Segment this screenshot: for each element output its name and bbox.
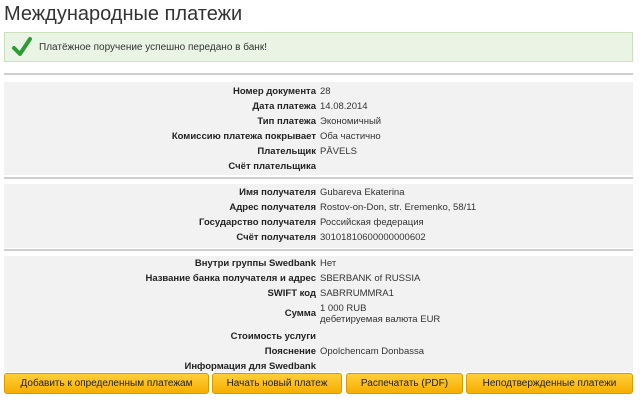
commission-value: Оба частично [320,131,381,142]
payment-date-label: Дата платежа [252,101,316,112]
explanation-label: Пояснение [264,346,316,357]
payer-account-row: Счёт плательщика [4,159,633,174]
divider [4,249,633,251]
bank-name-row: Название банка получателя и адрес SBERBA… [4,271,633,286]
recipient-country-label: Государство получателя [199,217,316,228]
bank-name-label: Название банка получателя и адрес [145,273,316,284]
payment-details-section: Номер документа 28 Дата платежа 14.08.20… [4,82,633,175]
recipient-account-row: Счёт получателя 30101810600000000602 [4,230,633,245]
document-number-label: Номер документа [232,86,316,97]
page-title: Международные платежи [4,3,243,25]
within-group-row: Внутри группы Swedbank Нет [4,256,633,271]
divider [4,73,633,75]
debit-currency-line: дебетируемая валюта EUR [320,314,441,325]
amount-label: Сумма [284,308,316,319]
payment-type-row: Тип платежа Экономичный [4,114,633,129]
payer-account-label: Счёт плательщика [228,161,316,172]
add-to-defined-payments-button[interactable]: Добавить к определенным платежам [4,373,209,394]
recipient-name-row: Имя получателя Gubareva Ekaterina [4,185,633,200]
recipient-section: Имя получателя Gubareva Ekaterina Адрес … [4,184,633,248]
new-payment-button[interactable]: Начать новый платеж [212,373,342,394]
payer-row: Плательщик PĀVELS [4,144,633,159]
info-label: Информация для Swedbank [184,361,316,372]
recipient-address-row: Адрес получателя Rostov-on-Don, str. Ere… [4,200,633,215]
within-group-value: Нет [320,258,337,269]
print-pdf-button[interactable]: Распечатать (PDF) [346,373,463,394]
document-number-value: 28 [320,86,331,97]
recipient-name-label: Имя получателя [239,187,316,198]
recipient-name-value: Gubareva Ekaterina [320,187,405,198]
bank-section: Внутри группы Swedbank Нет Название банк… [4,256,633,372]
recipient-country-value: Российская федерация [320,217,424,228]
commission-label: Комиссию платежа покрывает [171,131,316,142]
success-message: Платёжное поручение успешно передано в б… [39,41,267,53]
recipient-country-row: Государство получателя Российская федера… [4,215,633,230]
explanation-value: Opolchencam Donbassa [320,346,425,357]
payment-date-row: Дата платежа 14.08.2014 [4,99,633,114]
action-buttons-bar: Добавить к определенным платежам Начать … [0,373,640,397]
service-cost-label: Стоимость услуги [230,331,316,342]
payer-value: PĀVELS [320,146,357,157]
divider [4,177,633,179]
payer-label: Плательщик [257,146,316,157]
bank-name-value: SBERBANK of RUSSIA [320,273,421,284]
payment-type-value: Экономичный [320,116,382,127]
payment-type-label: Тип платежа [257,116,316,127]
unconfirmed-payments-button[interactable]: Неподтвержденные платежи [466,373,633,394]
success-alert: Платёжное поручение успешно передано в б… [4,32,633,62]
check-icon [12,37,32,56]
commission-row: Комиссию платежа покрывает Оба частично [4,129,633,144]
swift-label: SWIFT код [267,288,316,299]
explanation-row: Пояснение Opolchencam Donbassa [4,344,633,359]
swift-value: SABRRUMMRA1 [320,288,394,299]
recipient-address-value: Rostov-on-Don, str. Eremenko, 58/11 [320,202,477,213]
amount-line: 1 000 RUB [320,303,367,314]
swift-row: SWIFT код SABRRUMMRA1 [4,286,633,301]
recipient-address-label: Адрес получателя [229,202,316,213]
within-group-label: Внутри группы Swedbank [194,258,316,269]
document-number-row: Номер документа 28 [4,84,633,99]
service-cost-row: Стоимость услуги [4,329,633,344]
payment-date-value: 14.08.2014 [320,101,368,112]
recipient-account-value: 30101810600000000602 [320,232,426,243]
recipient-account-label: Счёт получателя [236,232,316,243]
amount-row: Сумма 1 000 RUB дебетируемая валюта EUR [4,301,633,327]
amount-value: 1 000 RUB дебетируемая валюта EUR [320,303,440,325]
info-row: Информация для Swedbank [4,359,633,374]
